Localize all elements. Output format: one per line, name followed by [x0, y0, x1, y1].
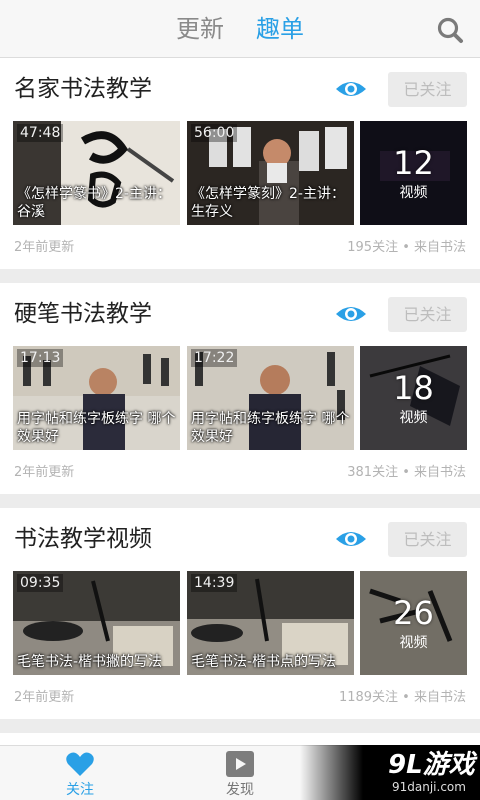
video-thumbnail[interactable]: 14:39 毛笔书法-楷书点的写法 [187, 571, 354, 675]
followed-button[interactable]: 已关注 [388, 297, 467, 332]
video-duration: 17:22 [191, 349, 238, 367]
video-title: 《怎样学篆刻》2-主讲：生存义 [191, 186, 345, 220]
updated-time: 2年前更新 [14, 240, 75, 255]
nav-discover[interactable]: 发现 [200, 746, 280, 800]
watermark-logo: 9L游戏 [388, 750, 475, 780]
video-count-label: 视频 [399, 635, 428, 651]
video-title: 《怎样学篆书》2-主讲：谷溪 [17, 186, 171, 220]
video-count-label: 视频 [399, 410, 428, 426]
playlist-card[interactable]: 书法教学视频 已关注 09:35 毛笔书法-楷书撇的写法 14:39 毛笔书法-… [0, 508, 480, 719]
heart-icon [66, 752, 94, 776]
video-count: 12 [393, 144, 434, 182]
video-title: 用字帖和练字板练字 哪个效果好 [17, 411, 176, 445]
video-title: 毛笔书法-楷书点的写法 [191, 654, 337, 670]
video-thumbnail[interactable]: 17:13 用字帖和练字板练字 哪个效果好 [13, 346, 180, 450]
tab-update[interactable]: 更新 [176, 12, 224, 46]
watermark-url: 91danji.com [392, 780, 466, 794]
playlist-card[interactable]: 硬笔书法教学 已关注 17:13 用字帖和练字板练字 哪个效果好 17:22 用… [0, 283, 480, 494]
video-count: 18 [393, 369, 434, 407]
more-videos-tile[interactable]: 18 视频 [360, 346, 467, 450]
video-duration: 09:35 [17, 574, 64, 592]
playlist-card-partial [0, 733, 480, 745]
card-title: 书法教学视频 [14, 526, 152, 552]
followed-button[interactable]: 已关注 [388, 72, 467, 107]
video-count-label: 视频 [399, 185, 428, 201]
video-count: 26 [393, 594, 434, 632]
card-title: 名家书法教学 [14, 76, 152, 102]
updated-time: 2年前更新 [14, 690, 75, 705]
tab-fun-list[interactable]: 趣单 [256, 12, 304, 46]
top-bar: 更新 趣单 [0, 0, 480, 58]
video-thumbnail[interactable]: 56:00 《怎样学篆刻》2-主讲：生存义 [187, 121, 354, 225]
play-icon [226, 751, 254, 777]
video-duration: 56:00 [191, 124, 238, 142]
nav-follow[interactable]: 关注 [40, 746, 120, 800]
video-title: 毛笔书法-楷书撇的写法 [17, 654, 163, 670]
video-thumbnail[interactable]: 47:48 《怎样学篆书》2-主讲：谷溪 [13, 121, 180, 225]
video-thumbnail[interactable]: 17:22 用字帖和练字板练字 哪个效果好 [187, 346, 354, 450]
video-duration: 14:39 [191, 574, 238, 592]
nav-discover-label: 发现 [226, 782, 254, 798]
card-title: 硬笔书法教学 [14, 301, 152, 327]
video-duration: 47:48 [17, 124, 64, 142]
updated-time: 2年前更新 [14, 465, 75, 480]
card-stats: 1189关注 • 来自书法 [338, 690, 466, 705]
search-icon[interactable] [436, 16, 464, 44]
eye-icon[interactable] [334, 303, 368, 325]
video-duration: 17:13 [17, 349, 64, 367]
playlist-card[interactable]: 名家书法教学 已关注 47:48 《怎样学篆书》2-主讲：谷溪 56:00 《怎 [0, 58, 480, 269]
card-stats: 195关注 • 来自书法 [347, 240, 466, 255]
card-stats: 381关注 • 来自书法 [347, 465, 466, 480]
eye-icon[interactable] [334, 78, 368, 100]
followed-button[interactable]: 已关注 [388, 522, 467, 557]
video-title: 用字帖和练字板练字 哪个效果好 [191, 411, 350, 445]
more-videos-tile[interactable]: 12 视频 [360, 121, 467, 225]
eye-icon[interactable] [334, 528, 368, 550]
video-thumbnail[interactable]: 09:35 毛笔书法-楷书撇的写法 [13, 571, 180, 675]
nav-follow-label: 关注 [66, 782, 94, 798]
more-videos-tile[interactable]: 26 视频 [360, 571, 467, 675]
